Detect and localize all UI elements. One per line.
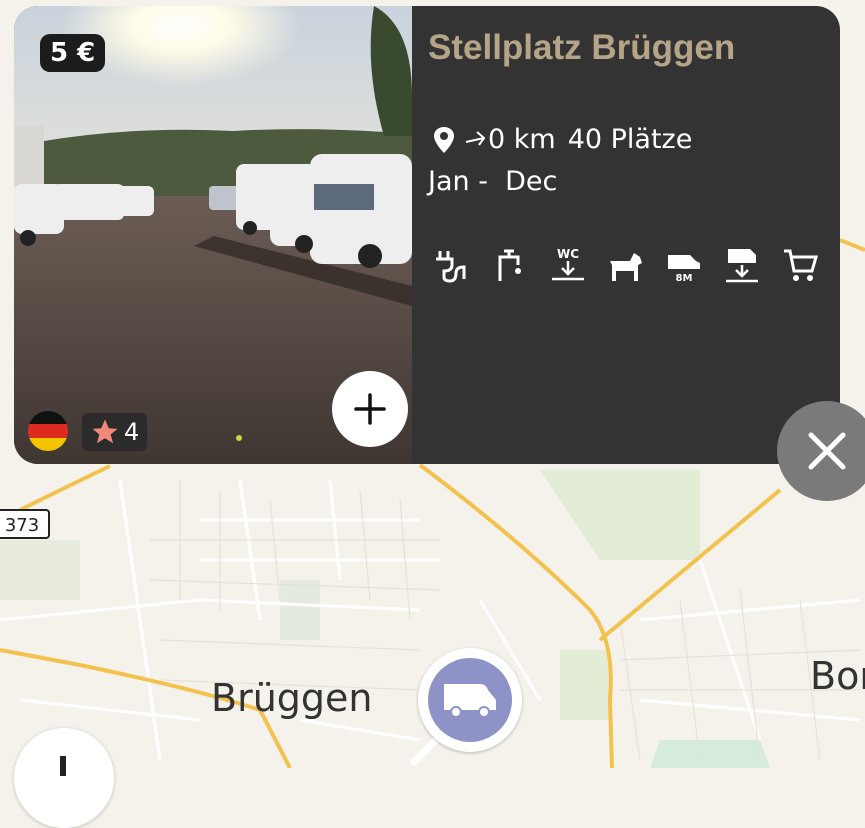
- plus-icon: [60, 756, 66, 776]
- wc-label: WC: [557, 247, 579, 261]
- wc-dump-icon: WC: [550, 244, 586, 286]
- distance-value: 0 km: [488, 124, 556, 155]
- price-badge: 5 €: [40, 34, 106, 72]
- place-label-edge: Bor: [810, 654, 865, 698]
- rating-badge: 4: [82, 413, 148, 451]
- place-card[interactable]: 5 € 4 Stellplatz Brüggen 0 km 40 Plätze …: [14, 6, 840, 464]
- waste-dump-icon: [724, 244, 760, 286]
- dog-icon: [608, 244, 644, 286]
- road-number-shield: 373: [0, 509, 50, 539]
- motorhome-icon: [428, 658, 512, 742]
- spots-count: 40 Plätze: [567, 124, 693, 155]
- water-tap-icon: [492, 244, 528, 286]
- map-marker-motorhome[interactable]: [408, 648, 524, 768]
- season-range: Jan - Dec: [428, 166, 558, 197]
- place-title: Stellplatz Brüggen: [428, 28, 736, 67]
- max-length-icon: 8M: [666, 244, 702, 286]
- location-pin-icon: [434, 126, 454, 153]
- max-length-label: 8M: [676, 273, 693, 284]
- shopping-cart-icon: [782, 244, 818, 286]
- amenities-list: WC 8M: [434, 244, 818, 286]
- germany-flag-icon: [28, 411, 68, 451]
- carousel-indicator: [236, 435, 242, 441]
- star-icon: [92, 419, 118, 444]
- place-label: Brüggen: [211, 676, 373, 720]
- distance-row: 0 km 40 Plätze: [432, 124, 692, 155]
- arrow-right-icon: [465, 130, 486, 146]
- close-icon: [808, 432, 846, 470]
- rating-value: 4: [124, 418, 140, 446]
- electricity-icon: [434, 244, 470, 286]
- add-button[interactable]: [332, 371, 408, 447]
- zoom-in-button[interactable]: [14, 728, 114, 828]
- plus-icon: [354, 393, 386, 425]
